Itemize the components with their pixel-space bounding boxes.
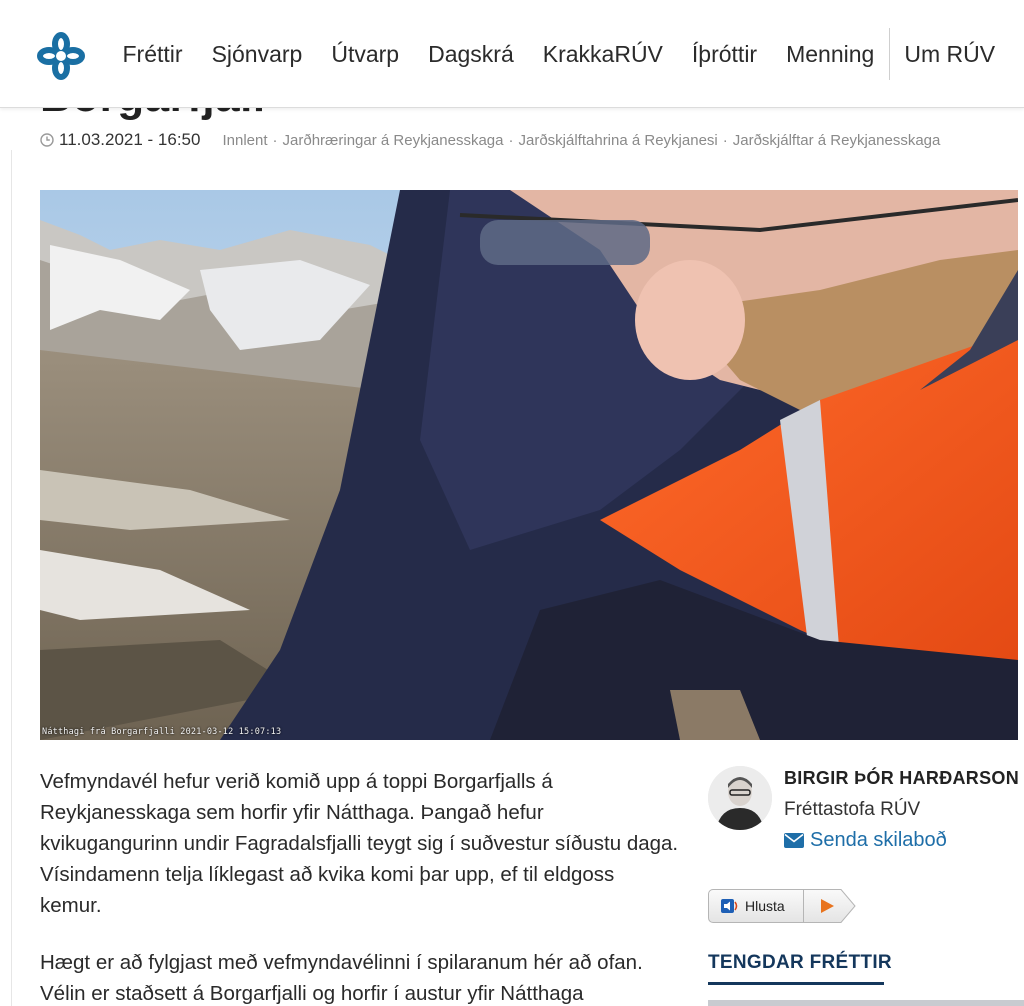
nav-utvarp[interactable]: Útvarp — [317, 41, 414, 68]
play-icon[interactable] — [803, 889, 856, 923]
tag-link[interactable]: Jarðskjálftar á Reykjanesskaga — [733, 132, 941, 149]
nav-sjonvarp[interactable]: Sjónvarp — [197, 41, 317, 68]
nav-krakkaruv[interactable]: KrakkaRÚV — [528, 41, 677, 68]
send-message-label: Senda skilaboð — [810, 829, 947, 851]
ruv-logo-icon[interactable] — [36, 31, 86, 81]
article-body: Vefmyndavél hefur verið komið upp á topp… — [40, 766, 680, 1006]
nav-menning[interactable]: Menning — [772, 41, 889, 68]
tag-link[interactable]: Jarðskjálftahrina á Reykjanesi — [518, 132, 717, 149]
tag-separator: · — [508, 131, 514, 149]
related-news-thumbnail[interactable] — [708, 1000, 1024, 1006]
nav-ithrottir[interactable]: Íþróttir — [677, 41, 771, 68]
envelope-icon — [784, 833, 804, 848]
tag-link[interactable]: Jarðhræringar á Reykjanesskaga — [283, 132, 504, 149]
tag-separator: · — [272, 131, 278, 149]
related-news-heading: TENGDAR FRÉTTIR — [708, 952, 892, 973]
tag-separator: · — [722, 131, 728, 149]
send-message-link[interactable]: Senda skilaboð — [784, 829, 947, 852]
article-meta: 11.03.2021 - 16:50 Innlent · Jarðhræring… — [40, 130, 940, 150]
author-organization: Fréttastofa RÚV — [784, 799, 921, 820]
left-divider — [11, 150, 12, 1006]
nav-um-ruv[interactable]: Um RÚV — [890, 41, 1010, 68]
article-paragraph: Vefmyndavél hefur verið komið upp á topp… — [40, 770, 679, 917]
nav-dagskra[interactable]: Dagskrá — [414, 41, 529, 68]
webcam-timestamp-overlay: Nátthagi frá Borgarfjalli 2021-03-12 15:… — [42, 727, 282, 737]
author-photo-icon — [708, 766, 772, 830]
main-menu: Fréttir Sjónvarp Útvarp Dagskrá KrakkaRÚ… — [108, 0, 1010, 108]
author-name[interactable]: BIRGIR ÞÓR HARÐARSON — [784, 768, 1019, 789]
nav-frettir[interactable]: Fréttir — [108, 41, 197, 68]
publish-date: 11.03.2021 - 16:50 — [59, 130, 201, 149]
top-navigation: Fréttir Sjónvarp Útvarp Dagskrá KrakkaRÚ… — [0, 0, 1024, 108]
webcam-still-image — [40, 190, 1018, 740]
speaker-icon — [721, 899, 738, 913]
listen-label-box[interactable]: Hlusta — [708, 889, 804, 923]
tag-link[interactable]: Innlent — [222, 132, 267, 149]
related-news-underline — [708, 982, 884, 985]
listen-button[interactable]: Hlusta — [708, 889, 856, 923]
article-paragraph: Hægt er að fylgjast með vefmyndavélinni … — [40, 951, 643, 1005]
listen-label: Hlusta — [745, 898, 785, 914]
author-avatar[interactable] — [708, 766, 772, 830]
clock-icon — [40, 133, 54, 147]
webcam-video-player[interactable]: Nátthagi frá Borgarfjalli 2021-03-12 15:… — [40, 190, 1018, 740]
